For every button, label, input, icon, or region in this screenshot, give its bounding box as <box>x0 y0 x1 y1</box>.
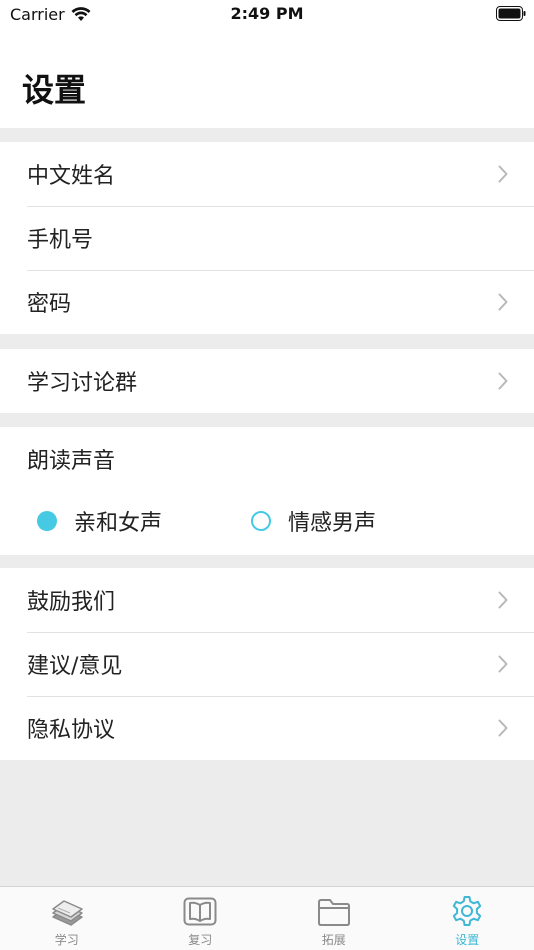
battery-icon <box>496 6 526 21</box>
tab-extend-label: 拓展 <box>321 933 346 947</box>
voice-section-title: 朗读声音 <box>27 449 116 474</box>
radio-unselected-icon <box>251 511 271 531</box>
privacy-policy-label: 隐私协议 <box>27 718 116 743</box>
status-bar: Carrier 2:49 PM <box>0 0 534 30</box>
tab-study[interactable]: 学习 <box>0 887 134 950</box>
phone-number-row[interactable]: 手机号 <box>0 206 534 270</box>
feedback-label: 建议/意见 <box>27 654 123 679</box>
open-book-icon <box>183 897 217 926</box>
chevron-right-icon <box>498 719 508 737</box>
book-stack-icon <box>52 900 83 926</box>
feedback-row[interactable]: 建议/意见 <box>0 632 534 696</box>
privacy-policy-row[interactable]: 隐私协议 <box>0 696 534 760</box>
voice-option-male[interactable]: 情感男声 <box>251 501 376 541</box>
status-time: 2:49 PM <box>230 4 304 23</box>
folder-icon <box>317 899 350 926</box>
page-title: 设置 <box>22 71 87 109</box>
radio-selected-icon <box>37 511 57 531</box>
phone-number-label: 手机号 <box>27 228 94 253</box>
chevron-right-icon <box>498 293 508 311</box>
chevron-right-icon <box>498 165 508 183</box>
voice-option-female-label: 亲和女声 <box>74 511 163 536</box>
chevron-right-icon <box>498 372 508 390</box>
discussion-group-label: 学习讨论群 <box>27 371 138 396</box>
tab-bar: 学习 复习 拓展 设置 <box>0 886 534 950</box>
tab-study-label: 学习 <box>54 933 79 947</box>
password-row[interactable]: 密码 <box>0 270 534 334</box>
page-header: 设置 <box>0 30 534 128</box>
voice-settings-group: 朗读声音 亲和女声 情感男声 <box>0 427 534 555</box>
about-settings-group: 鼓励我们 建议/意见 隐私协议 <box>0 568 534 760</box>
community-settings-group: 学习讨论群 <box>0 349 534 413</box>
voice-option-female[interactable]: 亲和女声 <box>37 501 162 541</box>
tab-extend[interactable]: 拓展 <box>267 887 401 950</box>
voice-options: 亲和女声 情感男声 <box>0 491 534 555</box>
chevron-right-icon <box>498 655 508 673</box>
discussion-group-row[interactable]: 学习讨论群 <box>0 349 534 413</box>
encourage-us-row[interactable]: 鼓励我们 <box>0 568 534 632</box>
account-settings-group: 中文姓名 手机号 密码 <box>0 142 534 334</box>
chinese-name-label: 中文姓名 <box>27 164 116 189</box>
tab-review[interactable]: 复习 <box>134 887 268 950</box>
tab-settings-label: 设置 <box>455 933 480 947</box>
tab-settings[interactable]: 设置 <box>401 887 534 950</box>
voice-option-male-label: 情感男声 <box>288 511 377 536</box>
chinese-name-row[interactable]: 中文姓名 <box>0 142 534 206</box>
gear-icon <box>453 896 482 926</box>
chevron-right-icon <box>498 591 508 609</box>
tab-review-label: 复习 <box>188 933 213 947</box>
password-label: 密码 <box>27 292 72 317</box>
encourage-us-label: 鼓励我们 <box>27 590 116 615</box>
